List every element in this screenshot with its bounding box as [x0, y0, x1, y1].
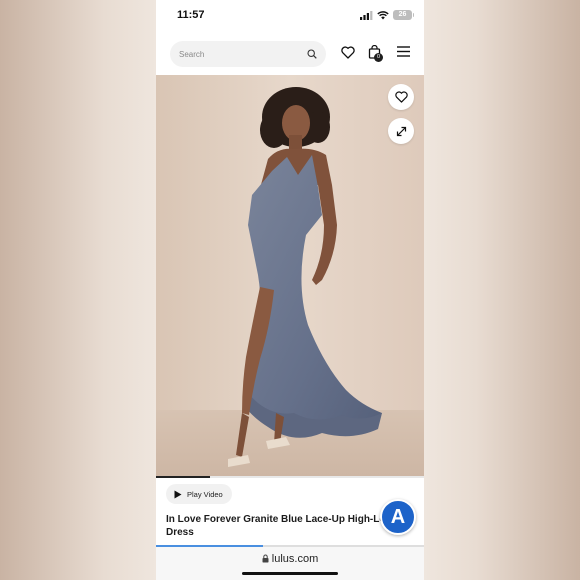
- play-icon: [174, 490, 182, 498]
- battery-indicator: 26: [393, 10, 414, 20]
- favorite-button[interactable]: [388, 84, 414, 110]
- search-icon[interactable]: [307, 49, 317, 59]
- status-time: 11:57: [177, 9, 205, 21]
- image-carousel-progress-fill: [156, 476, 210, 478]
- heart-icon: [394, 91, 408, 103]
- assistant-button[interactable]: A: [380, 499, 416, 535]
- menu-icon[interactable]: [397, 46, 410, 57]
- expand-icon: [396, 126, 406, 136]
- product-title-line-2: Dress: [166, 527, 194, 538]
- play-video-button[interactable]: Play Video: [166, 484, 232, 504]
- product-photo: [156, 75, 424, 477]
- lock-icon: [262, 554, 269, 563]
- wifi-icon: [377, 10, 389, 19]
- phone-screen: 11:57 26 Search 0 Play Video In Love For…: [156, 0, 424, 580]
- status-bar: 11:57 26: [156, 0, 424, 30]
- product-title: In Love Forever Granite Blue Lace-Up Hig…: [166, 513, 394, 539]
- search-bar[interactable]: [170, 41, 326, 67]
- status-icons: 26: [360, 10, 414, 20]
- heart-icon[interactable]: [341, 46, 355, 59]
- site-header: 0: [156, 38, 424, 72]
- product-title-line-1: In Love Forever Granite Blue Lace-Up Hig…: [166, 514, 394, 525]
- expand-image-button[interactable]: [388, 118, 414, 144]
- search-input[interactable]: [179, 41, 299, 67]
- url-display[interactable]: lulus.com: [156, 553, 424, 565]
- play-video-label: Play Video: [187, 489, 223, 499]
- signal-icon: [360, 10, 373, 20]
- home-indicator[interactable]: [242, 572, 338, 575]
- product-image[interactable]: [156, 75, 424, 477]
- browser-url-bar[interactable]: lulus.com: [156, 547, 424, 580]
- bag-count-badge: 0: [374, 53, 383, 62]
- image-carousel-progress: [156, 476, 424, 478]
- url-text: lulus.com: [271, 553, 319, 565]
